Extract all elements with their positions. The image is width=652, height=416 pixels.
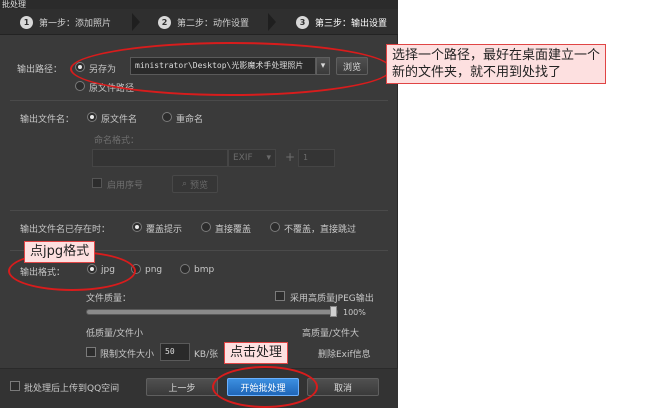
overwrite-prompt-label: 覆盖提示 [146, 225, 183, 235]
high-quality-label: 高质量/文件大 [302, 329, 360, 339]
previous-step-button[interactable]: 上一步 [146, 378, 218, 396]
overwrite-direct-radio[interactable] [201, 222, 211, 232]
preview-icon: ⌕ [181, 179, 188, 189]
enable-sequence-checkbox[interactable] [92, 178, 102, 188]
step-indicator: 1 第一步：添加照片 2 第二步：动作设置 3 第三步：输出设置 [0, 9, 398, 35]
original-path-radio[interactable] [75, 81, 85, 91]
step-3-number: 3 [296, 15, 309, 29]
enable-sequence-label: 启用序号 [107, 181, 144, 191]
start-number-input[interactable]: 1 [298, 149, 335, 167]
file-exists-label: 输出文件名已存在时： [20, 225, 111, 235]
preview-label: 预览 [190, 180, 209, 191]
window-title: 批处理 [0, 0, 398, 9]
step-3[interactable]: 3 第三步：输出设置 [296, 15, 387, 29]
step-2-label: 第二步：动作设置 [177, 18, 250, 29]
naming-format-label: 命名格式： [94, 136, 140, 146]
section-divider [10, 210, 388, 211]
skip-radio[interactable] [270, 222, 280, 232]
output-path-label: 输出路径： [17, 65, 63, 75]
step-1-number: 1 [20, 15, 33, 29]
step-2[interactable]: 2 第二步：动作设置 [158, 15, 249, 29]
chevron-down-icon: ▾ [266, 153, 271, 163]
exif-select[interactable]: EXIF ▾ [228, 149, 276, 167]
rename-label: 重命名 [176, 115, 204, 125]
step-separator-icon [132, 13, 140, 31]
file-quality-label: 文件质量： [86, 294, 132, 304]
bottom-bar: 批处理后上传到QQ空间 上一步 开始批处理 取消 [0, 368, 398, 408]
upload-qzone-checkbox[interactable] [10, 381, 20, 391]
original-name-label: 原文件名 [101, 115, 138, 125]
plus-sign: + [285, 150, 296, 164]
skip-label: 不覆盖，直接跳过 [284, 225, 357, 235]
low-quality-label: 低质量/文件小 [86, 329, 144, 339]
process-tip-callout: 点击处理 [224, 342, 289, 364]
upload-qzone-label: 批处理后上传到QQ空间 [24, 384, 120, 394]
step-3-label: 第三步：输出设置 [315, 18, 388, 29]
overwrite-direct-label: 直接覆盖 [215, 225, 252, 235]
overwrite-prompt-radio[interactable] [132, 222, 142, 232]
step-2-number: 2 [158, 15, 171, 29]
format-bmp-radio[interactable] [180, 264, 190, 274]
high-quality-jpeg-checkbox[interactable] [275, 291, 285, 301]
step-1-label: 第一步：添加照片 [39, 18, 112, 29]
path-highlight-ellipse [70, 42, 392, 96]
quality-value: 100% [343, 308, 366, 317]
limit-size-checkbox[interactable] [86, 347, 96, 357]
original-name-radio[interactable] [87, 112, 97, 122]
limit-size-label: 限制文件大小 [100, 350, 155, 360]
limit-size-unit: KB/张 [194, 350, 219, 360]
naming-format-input[interactable] [92, 149, 228, 167]
quality-slider-thumb[interactable] [330, 306, 337, 317]
quality-slider-fill [87, 310, 337, 314]
output-filename-label: 输出文件名： [20, 115, 75, 125]
step-separator-icon [268, 13, 276, 31]
format-png-label: png [145, 265, 163, 275]
quality-slider[interactable] [86, 306, 338, 317]
exif-value: EXIF [233, 153, 253, 163]
preview-button[interactable]: ⌕ 预览 [172, 175, 218, 193]
format-bmp-label: bmp [194, 265, 215, 275]
start-highlight-ellipse [212, 366, 318, 408]
jpg-tip-callout: 点jpg格式 [24, 241, 96, 263]
step-1[interactable]: 1 第一步：添加照片 [20, 15, 111, 29]
limit-size-input[interactable]: 50 [160, 343, 190, 361]
high-quality-jpeg-label: 采用高质量JPEG输出 [290, 294, 374, 304]
path-tip-callout: 选择一个路径，最好在桌面建立一个 新的文件夹，就不用到处找了 [386, 44, 607, 84]
remove-exif-label: 删除Exif信息 [318, 350, 371, 360]
rename-radio[interactable] [162, 112, 172, 122]
section-divider [10, 100, 388, 101]
